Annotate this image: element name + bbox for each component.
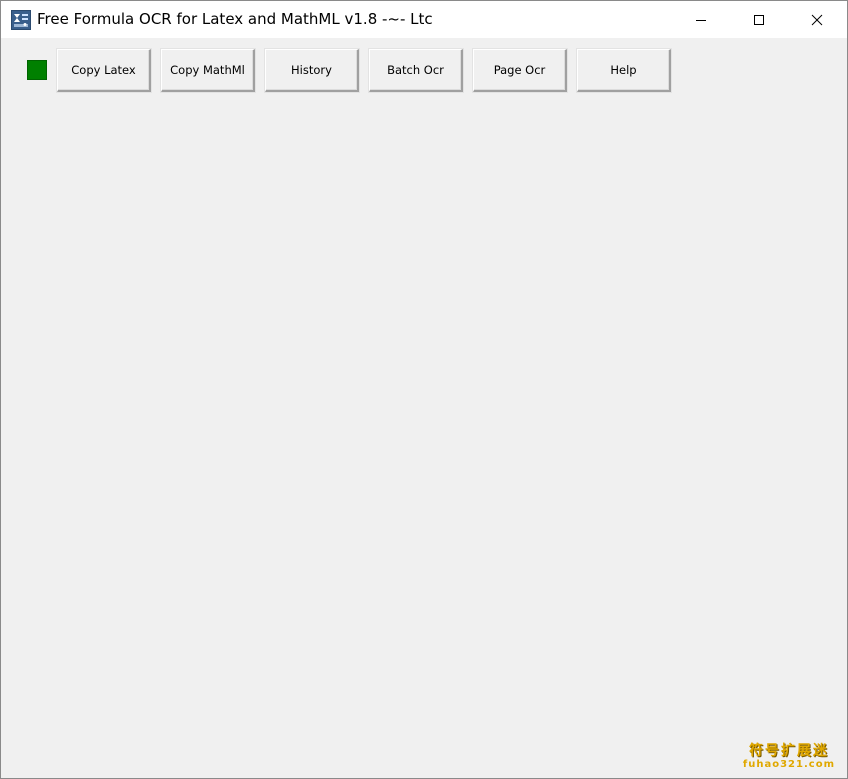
help-button[interactable]: Help: [577, 49, 671, 92]
maximize-icon: [753, 14, 765, 26]
minimize-button[interactable]: [672, 1, 730, 38]
copy-mathml-button[interactable]: Copy MathMl: [161, 49, 255, 92]
watermark-url: fuhao321.com: [742, 759, 835, 770]
maximize-button[interactable]: [730, 1, 788, 38]
client-area: Copy Latex Copy MathMl History Batch Ocr…: [1, 38, 847, 778]
history-button[interactable]: History: [265, 49, 359, 92]
close-icon: [811, 14, 823, 26]
batch-ocr-button[interactable]: Batch Ocr: [369, 49, 463, 92]
watermark-text: 符号扩展迷: [748, 743, 829, 759]
page-ocr-button[interactable]: Page Ocr: [473, 49, 567, 92]
app-icon[interactable]: [11, 10, 31, 30]
copy-latex-button[interactable]: Copy Latex: [57, 49, 151, 92]
minimize-icon: [695, 14, 707, 26]
app-window: Free Formula OCR for Latex and MathML v1…: [0, 0, 848, 779]
watermark: 符号扩展迷 fuhao321.com: [743, 744, 835, 770]
close-button[interactable]: [788, 1, 846, 38]
window-title: Free Formula OCR for Latex and MathML v1…: [37, 10, 433, 28]
status-indicator: [27, 60, 47, 80]
title-bar[interactable]: Free Formula OCR for Latex and MathML v1…: [1, 1, 847, 38]
